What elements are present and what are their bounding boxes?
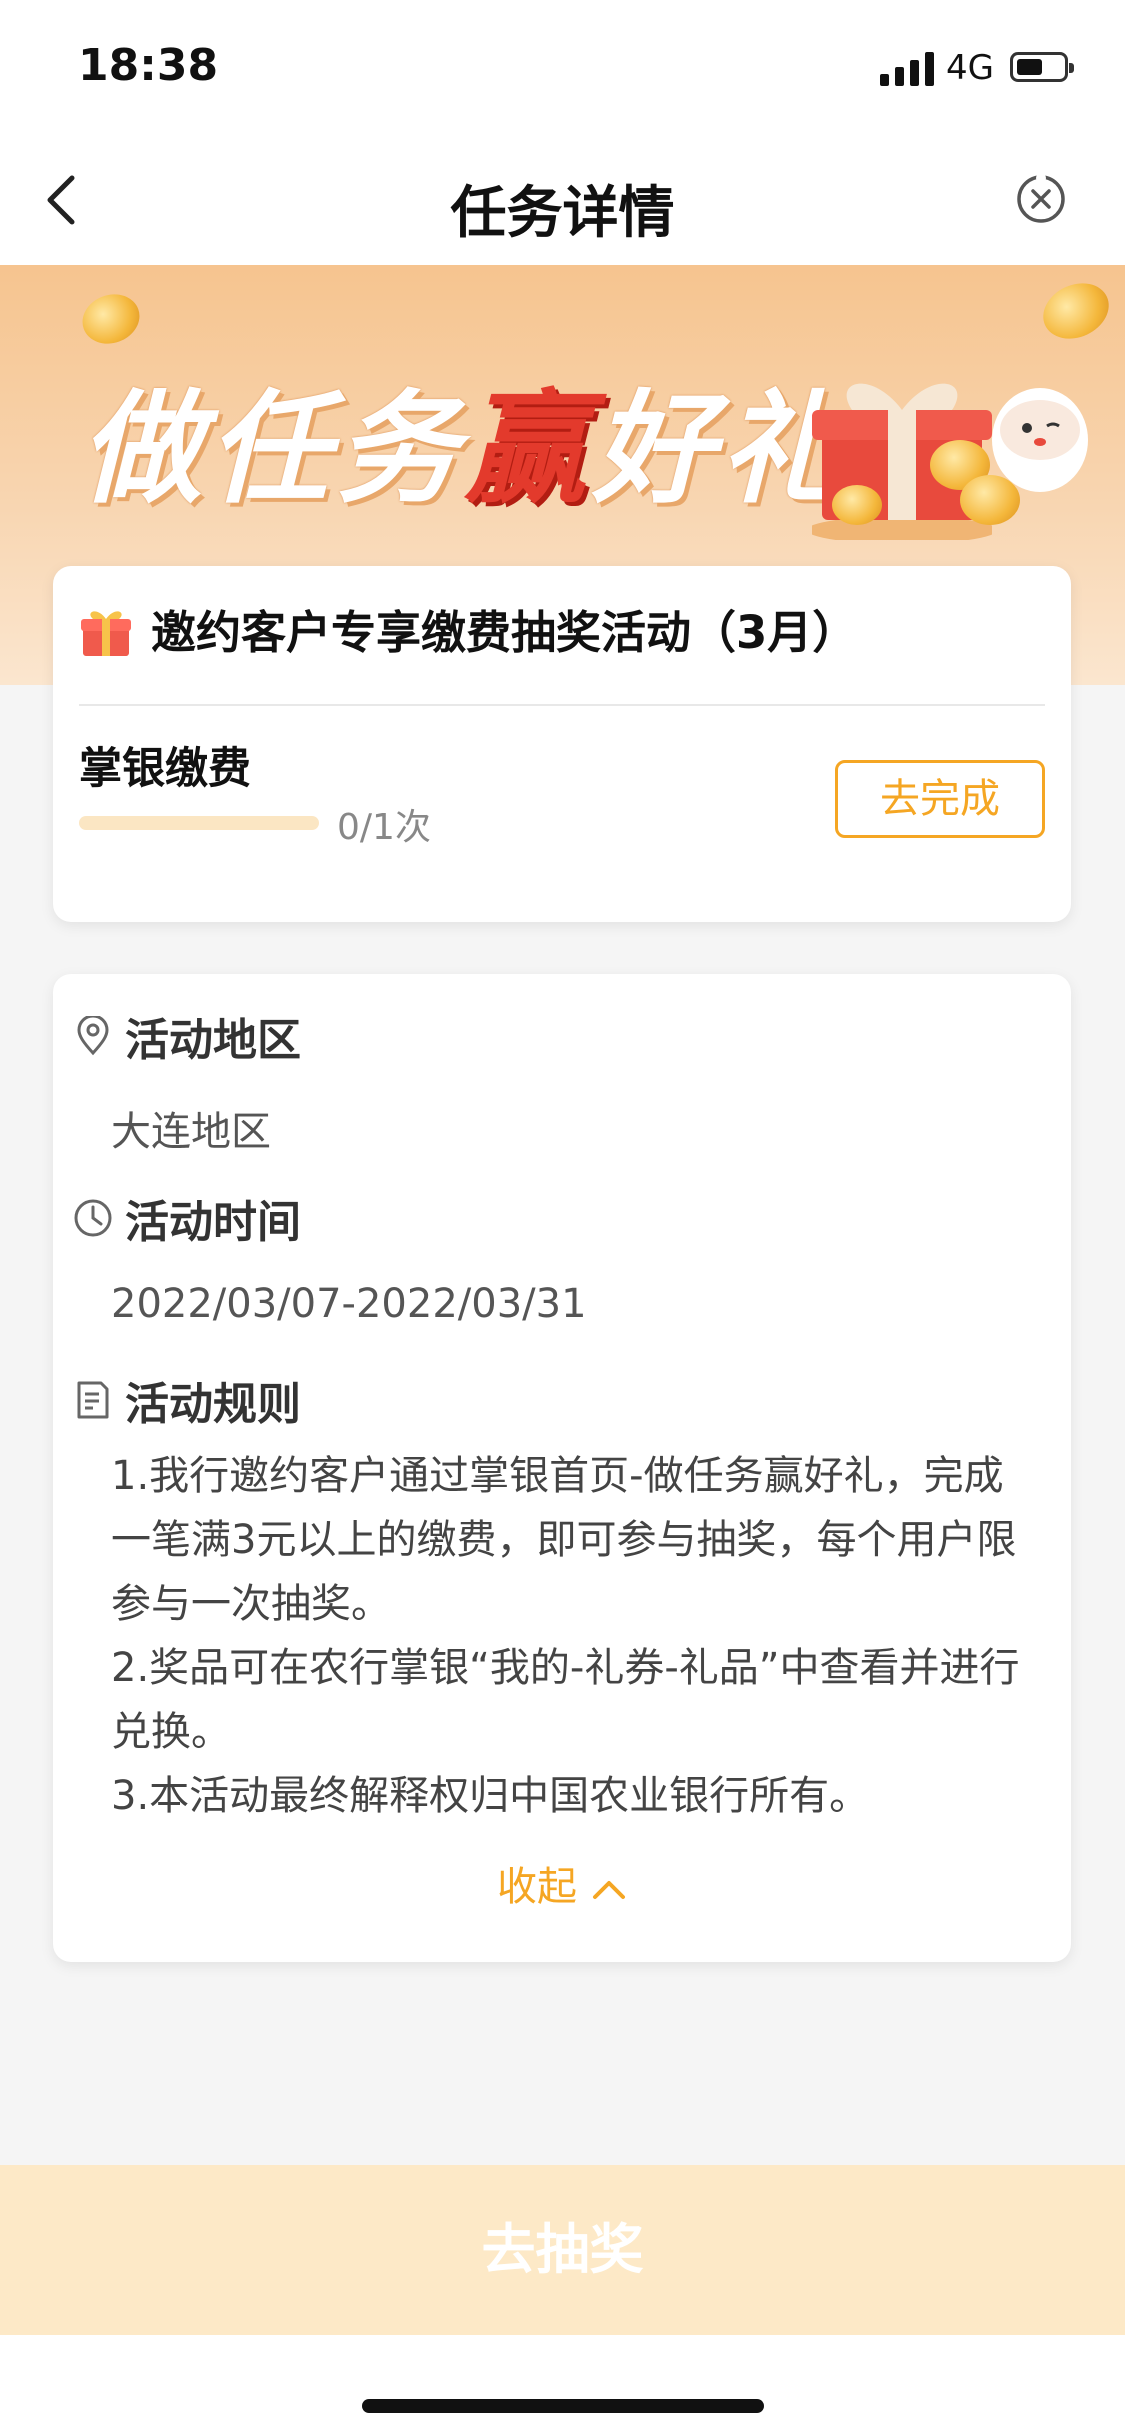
rules-label: 活动规则: [125, 1379, 301, 1430]
location-pin-icon: [77, 1016, 109, 1056]
activity-info-card: 活动地区 大连地区 活动时间 2022/03/07-2022/03/31 活动规…: [53, 974, 1071, 1962]
network-type: 4G: [946, 48, 994, 88]
nav-bar: 任务详情: [0, 130, 1125, 265]
bottom-safe-area: [0, 2335, 1125, 2436]
close-mini-program-icon[interactable]: [1014, 172, 1068, 226]
region-value: 大连地区: [111, 1109, 271, 1155]
collapse-label: 收起: [497, 1864, 577, 1910]
task-progress-bar: [79, 816, 319, 830]
rules-document-icon: [77, 1381, 109, 1419]
home-indicator[interactable]: [362, 2399, 764, 2413]
page-title: 任务详情: [450, 181, 675, 246]
mascot-icon: [992, 388, 1088, 492]
battery-icon: [1010, 52, 1074, 82]
rule-item: 3.本活动最终解释权归中国农业银行所有。: [111, 1773, 870, 1819]
region-label: 活动地区: [125, 1015, 301, 1066]
clock-icon: [74, 1199, 112, 1237]
task-name: 掌银缴费: [79, 744, 251, 794]
task-title: 邀约客户专享缴费抽奖活动（3月）: [151, 606, 858, 659]
signal-icon: [880, 52, 934, 86]
chevron-up-icon: [593, 1881, 625, 1899]
gift-icon: [81, 611, 131, 656]
coin-decoration: [75, 286, 147, 352]
task-card: 邀约客户专享缴费抽奖活动（3月） 掌银缴费 0/1次 去完成: [53, 566, 1071, 922]
status-bar: 18:38 4G: [0, 0, 1125, 130]
banner-slogan: 做任务赢好礼: [80, 378, 848, 520]
go-draw-button[interactable]: 去抽奖: [0, 2165, 1125, 2335]
coin-decoration: [832, 485, 882, 525]
rule-item: 1.我行邀约客户通过掌银首页-做任务赢好礼，完成一笔满3元以上的缴费，即可参与抽…: [111, 1453, 1017, 1627]
task-progress-text: 0/1次: [337, 807, 431, 848]
go-complete-button[interactable]: 去完成: [835, 760, 1045, 838]
time-value: 2022/03/07-2022/03/31: [111, 1281, 587, 1327]
rules-list: 1.我行邀约客户通过掌银首页-做任务赢好礼，完成一笔满3元以上的缴费，即可参与抽…: [111, 1444, 1031, 1828]
coin-decoration: [1034, 273, 1118, 349]
status-time: 18:38: [78, 40, 219, 91]
time-label: 活动时间: [125, 1197, 301, 1248]
divider: [79, 704, 1045, 706]
rule-item: 2.奖品可在农行掌银“我的-礼券-礼品”中查看并进行兑换。: [111, 1645, 1020, 1755]
collapse-button[interactable]: 收起: [53, 1854, 1071, 1912]
